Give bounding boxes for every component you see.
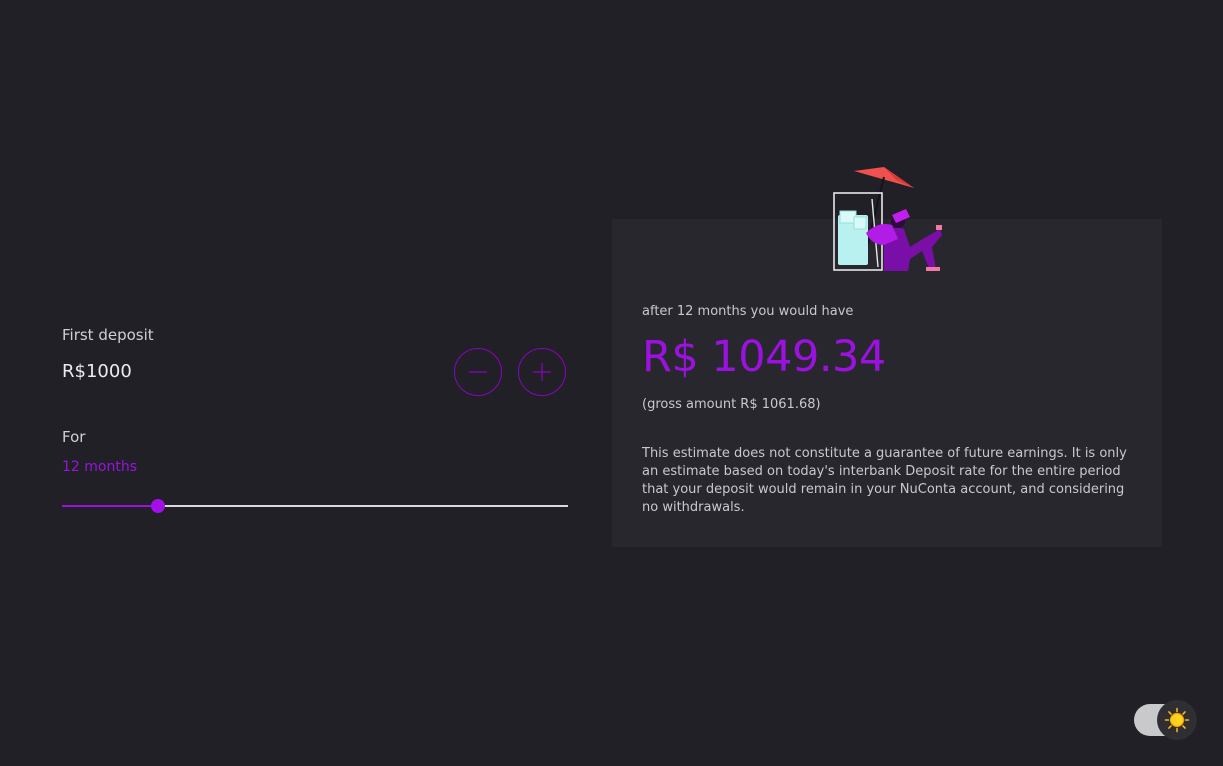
sun-icon xyxy=(1164,707,1190,733)
disclaimer-text: This estimate does not constitute a guar… xyxy=(642,446,1127,515)
plus-icon xyxy=(533,363,551,381)
result-amount: R$ 1049.34 xyxy=(642,332,886,382)
investment-simulator-page: First deposit R$1000 For 12 months after… xyxy=(0,0,1223,766)
gross-amount-text: (gross amount R$ 1061.68) xyxy=(642,397,821,412)
first-deposit-value[interactable]: R$1000 xyxy=(62,361,132,382)
person-relaxing-with-drink-illustration xyxy=(833,167,942,271)
increase-deposit-button[interactable] xyxy=(518,348,566,396)
slider-thumb[interactable] xyxy=(151,499,166,513)
toggle-knob[interactable] xyxy=(1157,700,1197,740)
first-deposit-label: First deposit xyxy=(62,326,154,344)
minus-icon xyxy=(469,371,487,373)
theme-toggle[interactable] xyxy=(1134,700,1198,740)
slider-fill xyxy=(62,505,159,507)
period-label: For xyxy=(62,428,86,446)
result-intro-text: after 12 months you would have xyxy=(642,304,854,319)
decrease-deposit-button[interactable] xyxy=(454,348,502,396)
period-value: 12 months xyxy=(62,459,137,475)
period-slider[interactable] xyxy=(62,496,568,516)
